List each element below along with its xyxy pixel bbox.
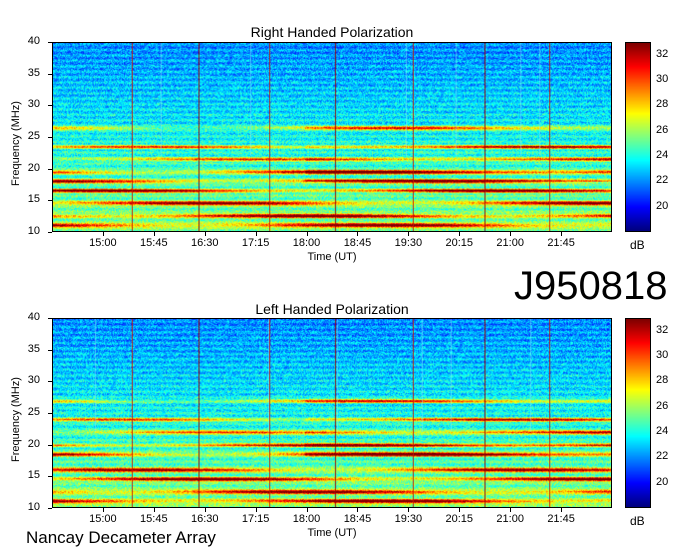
x-tick-mark (102, 232, 104, 236)
y-tick-mark (48, 413, 52, 414)
y-tick-label: 20 (27, 437, 40, 450)
top-colorbar-unit: dB (630, 238, 645, 252)
x-tick-label: 15:45 (140, 237, 168, 249)
y-tick-mark (48, 137, 52, 138)
colorbar-tick-label: 20 (656, 475, 669, 488)
colorbar-tick-label: 30 (656, 349, 669, 361)
colorbar-tick-label: 30 (656, 73, 669, 85)
x-tick-label: 16:30 (190, 237, 219, 249)
colorbar-tick-label: 24 (656, 149, 669, 161)
y-tick-label: 20 (27, 161, 40, 174)
y-tick-mark (48, 105, 52, 107)
colorbar-tick-label: 22 (656, 450, 669, 463)
y-tick-label: 30 (27, 374, 40, 387)
y-tick-label: 40 (27, 35, 40, 47)
x-tick-mark (408, 232, 410, 236)
x-tick-mark (510, 508, 512, 512)
x-tick-mark (255, 508, 257, 512)
colorbar-tick-label: 26 (656, 123, 669, 136)
x-tick-mark (255, 232, 257, 236)
x-tick-label: 18:00 (292, 513, 321, 525)
x-tick-mark (153, 508, 155, 512)
x-tick-label: 21:45 (547, 237, 575, 249)
y-tick-mark (48, 168, 52, 170)
colorbar-tick-label: 20 (656, 199, 669, 212)
x-tick-label: 21:00 (496, 237, 524, 249)
x-tick-mark (306, 508, 308, 512)
bottom-colorbar-unit: dB (630, 514, 645, 528)
bottom-spectrogram (52, 318, 612, 508)
y-tick-label: 15 (27, 469, 40, 482)
y-tick-label: 25 (27, 130, 40, 142)
x-tick-label: 16:30 (190, 513, 219, 525)
x-tick-label: 18:45 (343, 237, 372, 249)
x-tick-mark (459, 508, 461, 512)
x-tick-mark (153, 232, 155, 236)
x-tick-mark (204, 508, 206, 512)
y-tick-label: 35 (27, 66, 40, 79)
y-tick-mark (48, 232, 52, 233)
y-tick-mark (48, 476, 52, 478)
x-tick-label: 21:45 (547, 513, 575, 525)
y-tick-label: 30 (27, 98, 40, 111)
y-tick-mark (48, 318, 52, 319)
y-tick-mark (48, 42, 52, 43)
x-tick-mark (306, 232, 308, 236)
y-tick-mark (48, 349, 52, 351)
colorbar-tick-label: 32 (656, 323, 669, 336)
y-tick-label: 25 (27, 406, 40, 418)
colorbar-tick-label: 28 (656, 98, 669, 111)
x-tick-label: 21:00 (496, 513, 524, 525)
y-tick-mark (48, 73, 52, 75)
y-tick-label: 35 (27, 342, 40, 355)
x-tick-label: 19:30 (394, 237, 423, 249)
y-tick-mark (48, 508, 52, 509)
colorbar-tick-label: 28 (656, 374, 669, 387)
x-tick-label: 15:00 (89, 513, 117, 525)
y-tick-label: 10 (27, 225, 40, 237)
x-tick-label: 15:00 (89, 237, 117, 249)
top-panel-title: Right Handed Polarization (250, 24, 414, 40)
x-tick-mark (102, 508, 104, 512)
bottom-colorbar (625, 318, 651, 508)
x-tick-label: 19:30 (394, 513, 423, 525)
x-tick-mark (561, 232, 563, 236)
y-tick-label: 10 (27, 501, 40, 513)
colorbar-tick-label: 24 (656, 425, 669, 437)
y-tick-label: 40 (27, 311, 40, 323)
x-tick-mark (357, 508, 359, 512)
x-tick-mark (204, 232, 206, 236)
y-tick-mark (48, 200, 52, 202)
y-tick-mark (48, 381, 52, 383)
x-tick-mark (459, 232, 461, 236)
top-spectrogram (52, 42, 612, 232)
x-tick-label: 15:45 (140, 513, 168, 525)
top-x-axis-label: Time (UT) (307, 251, 357, 263)
x-tick-label: 20:15 (445, 237, 474, 249)
y-tick-mark (48, 444, 52, 446)
colorbar-tick-label: 22 (656, 174, 669, 187)
x-tick-label: 17:15 (241, 513, 270, 525)
x-tick-label: 17:15 (241, 237, 270, 249)
x-tick-mark (510, 232, 512, 236)
y-tick-label: 15 (27, 193, 40, 206)
x-tick-label: 18:45 (343, 513, 372, 525)
top-colorbar (625, 42, 651, 232)
x-tick-mark (357, 232, 359, 236)
x-tick-mark (408, 508, 410, 512)
colorbar-tick-label: 32 (656, 47, 669, 60)
bottom-panel-title: Left Handed Polarization (255, 301, 409, 317)
x-tick-label: 20:15 (445, 513, 474, 525)
x-tick-label: 18:00 (292, 237, 321, 249)
footer-label: Nancay Decameter Array (26, 528, 216, 547)
colorbar-tick-label: 26 (656, 399, 669, 412)
x-tick-mark (561, 508, 563, 512)
